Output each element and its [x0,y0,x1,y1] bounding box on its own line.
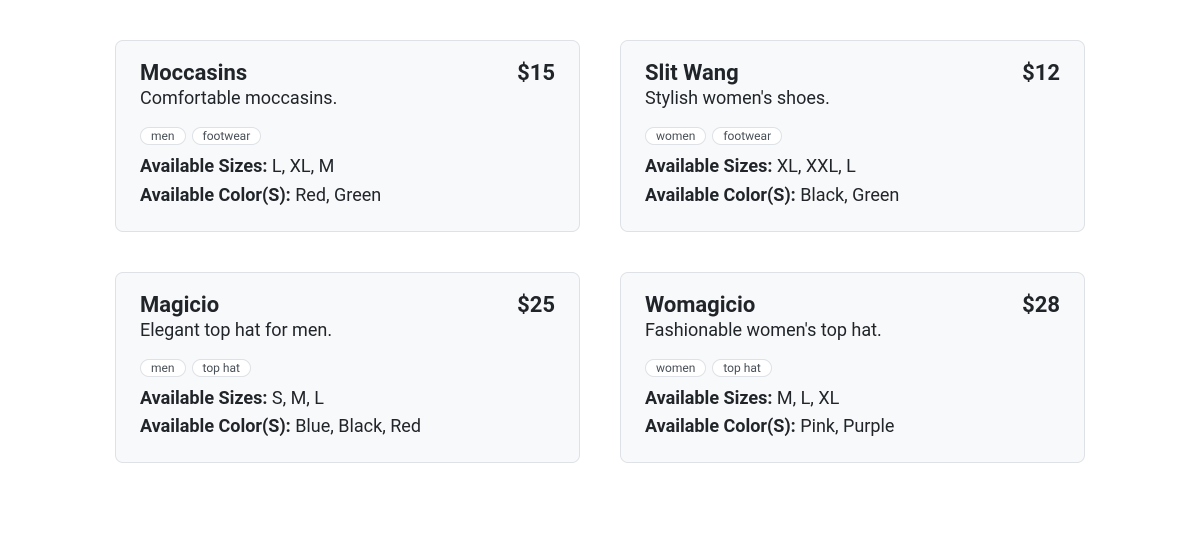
colors-label: Available Color(S): [140,416,295,437]
product-tag: footwear [192,127,262,145]
product-sizes-line: Available Sizes: M, L, XL [645,385,1060,414]
product-tags: women top hat [645,359,1060,377]
product-name: Slit Wang [645,61,739,86]
product-colors-value: Blue, Black, Red [295,416,421,437]
sizes-label: Available Sizes: [645,156,777,177]
product-description: Comfortable moccasins. [140,88,555,109]
products-grid: Moccasins $15 Comfortable moccasins. men… [115,40,1085,463]
product-tag: women [645,359,706,377]
product-name: Moccasins [140,61,247,86]
product-colors-value: Black, Green [800,185,899,206]
product-tags: men footwear [140,127,555,145]
product-price: $28 [1022,293,1060,318]
card-header: Slit Wang $12 [645,61,1060,86]
colors-label: Available Color(S): [645,416,800,437]
sizes-label: Available Sizes: [645,388,777,409]
product-card: Magicio $25 Elegant top hat for men. men… [115,272,580,464]
sizes-label: Available Sizes: [140,388,272,409]
product-sizes-line: Available Sizes: L, XL, M [140,153,555,182]
colors-label: Available Color(S): [645,185,800,206]
product-sizes-value: M, L, XL [777,388,839,409]
product-price: $25 [517,293,555,318]
product-colors-line: Available Color(S): Pink, Purple [645,413,1060,442]
product-price: $12 [1022,61,1060,86]
card-header: Magicio $25 [140,293,555,318]
product-tag: men [140,127,186,145]
product-tag: footwear [712,127,782,145]
product-card: Moccasins $15 Comfortable moccasins. men… [115,40,580,232]
product-tags: men top hat [140,359,555,377]
product-sizes-line: Available Sizes: XL, XXL, L [645,153,1060,182]
sizes-label: Available Sizes: [140,156,272,177]
product-sizes-value: XL, XXL, L [777,156,856,177]
product-colors-line: Available Color(S): Red, Green [140,182,555,211]
product-tag: top hat [192,359,251,377]
card-header: Womagicio $28 [645,293,1060,318]
product-tag: top hat [712,359,771,377]
product-tag: men [140,359,186,377]
product-colors-line: Available Color(S): Blue, Black, Red [140,413,555,442]
product-colors-line: Available Color(S): Black, Green [645,182,1060,211]
card-header: Moccasins $15 [140,61,555,86]
product-tags: women footwear [645,127,1060,145]
colors-label: Available Color(S): [140,185,295,206]
product-description: Fashionable women's top hat. [645,320,1060,341]
product-colors-value: Red, Green [295,185,381,206]
product-description: Stylish women's shoes. [645,88,1060,109]
product-tag: women [645,127,706,145]
product-description: Elegant top hat for men. [140,320,555,341]
product-colors-value: Pink, Purple [800,416,894,437]
product-card: Slit Wang $12 Stylish women's shoes. wom… [620,40,1085,232]
product-sizes-value: L, XL, M [272,156,334,177]
product-price: $15 [517,61,555,86]
product-sizes-line: Available Sizes: S, M, L [140,385,555,414]
product-sizes-value: S, M, L [272,388,324,409]
product-card: Womagicio $28 Fashionable women's top ha… [620,272,1085,464]
product-name: Womagicio [645,293,755,318]
product-name: Magicio [140,293,219,318]
